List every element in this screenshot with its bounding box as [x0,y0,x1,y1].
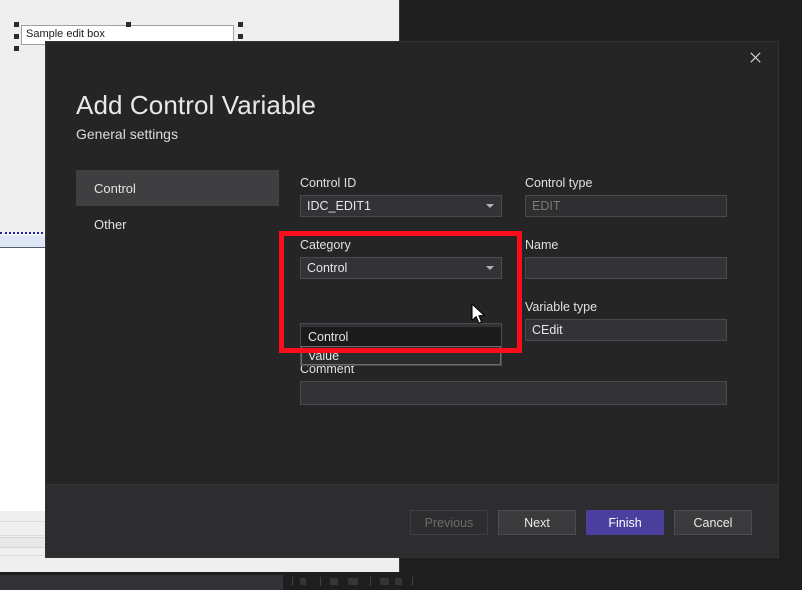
variable-type-value: CEdit [532,323,563,337]
sample-edit-box-label: Sample edit box [26,28,105,40]
category-combobox[interactable]: Control [300,257,502,279]
finish-button[interactable]: Finish [586,510,664,535]
control-type-group: Control type EDIT [525,176,727,217]
page-subtitle: General settings [76,126,178,142]
control-type-value: EDIT [532,199,561,213]
sidebar-item-label: Other [94,216,127,232]
dropdown-option-label: Control [308,329,349,344]
previous-button: Previous [410,510,488,535]
control-id-label: Control ID [300,176,357,190]
variable-type-input[interactable]: CEdit [525,319,727,341]
sidebar-item-label: Control [94,180,136,196]
previous-button-label: Previous [424,515,474,530]
chevron-down-icon [486,266,494,270]
screen-root: Sample edit box Add Control Variable Gen… [0,0,802,590]
dropdown-option-label: Value [308,348,340,363]
category-dropdown-list[interactable]: Control Value [300,327,502,366]
comment-group: Comment [300,362,727,405]
close-icon[interactable] [732,42,778,72]
comment-input[interactable] [300,381,727,405]
category-label: Category [300,238,351,252]
resize-handle[interactable] [14,34,19,39]
category-value: Control [307,261,348,275]
resize-handle[interactable] [14,22,19,27]
bottom-tab-chip[interactable] [0,575,283,590]
bottom-tab-strip [0,572,802,590]
control-id-group: Control ID IDC_EDIT1 [300,176,502,217]
page-title: Add Control Variable [76,90,316,120]
chevron-down-icon [486,204,494,208]
control-type-input: EDIT [525,195,727,217]
control-id-combobox[interactable]: IDC_EDIT1 [300,195,502,217]
dropdown-option-value[interactable]: Value [301,346,501,365]
finish-button-label: Finish [608,515,642,530]
dialog-footer: Previous Next Finish Cancel [46,484,778,557]
dialog-button-row: Previous Next Finish Cancel [410,510,752,535]
dialog-titlebar [46,42,778,76]
variable-type-label: Variable type [525,300,598,314]
sidebar-item-control[interactable]: Control [76,170,279,206]
category-group: Category Control [300,238,502,279]
cancel-button[interactable]: Cancel [674,510,752,535]
resize-handle[interactable] [238,34,243,39]
name-label: Name [525,238,559,252]
cancel-button-label: Cancel [693,515,733,530]
next-button[interactable]: Next [498,510,576,535]
control-id-value: IDC_EDIT1 [307,199,371,213]
name-input[interactable] [525,257,727,279]
resize-handle[interactable] [238,22,243,27]
sidebar-item-other[interactable]: Other [76,206,279,242]
resize-handle[interactable] [14,46,19,51]
next-button-label: Next [524,515,550,530]
add-control-variable-dialog: Add Control Variable General settings Co… [46,42,778,557]
name-group: Name [525,238,727,279]
resize-handle[interactable] [126,22,131,27]
dropdown-option-control[interactable]: Control [301,327,501,346]
control-type-label: Control type [525,176,593,190]
dialog-sidebar: Control Other [76,170,279,242]
variable-type-group: Variable type CEdit [525,300,727,341]
